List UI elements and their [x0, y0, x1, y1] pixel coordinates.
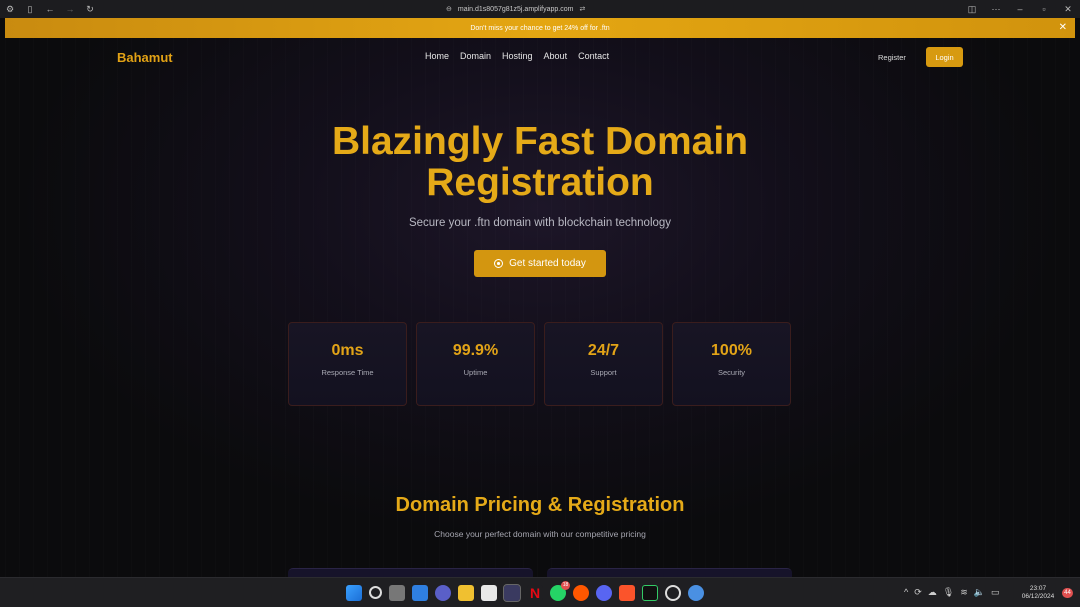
maximize-icon[interactable]: ▫: [1032, 0, 1056, 18]
stat-value: 99.9%: [452, 342, 499, 359]
navbar: Bahamut Home Domain Hosting About Contac…: [5, 38, 1075, 76]
discord-icon[interactable]: [596, 585, 612, 601]
pricing-card: [547, 568, 792, 577]
extensions-icon[interactable]: ⚙: [0, 0, 20, 18]
share-icon[interactable]: ⇄: [579, 5, 585, 13]
forward-icon[interactable]: →: [60, 0, 80, 18]
task-view-icon[interactable]: [389, 585, 405, 601]
hero-title: Blazingly Fast Domain Registration: [240, 121, 840, 203]
terminal-icon[interactable]: [642, 585, 658, 601]
close-window-icon[interactable]: ✕: [1056, 0, 1080, 18]
volume-icon[interactable]: 🔈: [974, 587, 985, 598]
search-icon[interactable]: [369, 586, 382, 599]
chevron-up-icon[interactable]: ^: [904, 587, 908, 598]
stat-value: 0ms: [331, 342, 364, 359]
widgets-icon[interactable]: [412, 585, 428, 601]
stat-label: Response Time: [321, 368, 374, 377]
reddit-icon[interactable]: [573, 585, 589, 601]
microphone-icon[interactable]: 🎙: [943, 587, 954, 598]
stat-value: 24/7: [587, 342, 620, 359]
back-icon[interactable]: ←: [40, 0, 60, 18]
stat-label: Uptime: [463, 368, 488, 377]
clock-date: 06/12/2024: [1021, 593, 1055, 600]
stat-card: 100% Security: [672, 322, 791, 406]
site-info-icon[interactable]: ⊖: [446, 5, 452, 13]
minimize-icon[interactable]: –: [1008, 0, 1032, 18]
nav-domain[interactable]: Domain: [460, 51, 491, 61]
stat-label: Support: [590, 368, 617, 377]
stat-card: 99.9% Uptime: [416, 322, 535, 406]
stats-row: 0ms Response Time 99.9% Uptime 24/7 Supp…: [288, 322, 791, 406]
promo-banner: Don't miss your chance to get 24% off fo…: [5, 18, 1075, 38]
close-banner-icon[interactable]: ✕: [1059, 22, 1067, 34]
promo-text: Don't miss your chance to get 24% off fo…: [470, 24, 610, 32]
pricing-subtitle: Choose your perfect domain with our comp…: [434, 529, 646, 539]
brave-icon[interactable]: [619, 585, 635, 601]
bookmark-app-icon[interactable]: [503, 584, 521, 602]
globe-icon: [494, 259, 504, 268]
teams-icon[interactable]: [435, 585, 451, 601]
wifi-icon[interactable]: ≋: [960, 587, 968, 598]
login-button[interactable]: Login: [926, 47, 963, 67]
whatsapp-icon[interactable]: 18: [550, 581, 570, 601]
pricing-card: [288, 568, 533, 577]
file-explorer-icon[interactable]: [458, 585, 474, 601]
address-bar[interactable]: ⊖ main.d1s8057g81z5j.amplifyapp.com ⇄: [446, 2, 585, 16]
url-text[interactable]: main.d1s8057g81z5j.amplifyapp.com: [458, 6, 574, 13]
sync-icon[interactable]: ⟳: [914, 587, 922, 598]
brand-logo[interactable]: Bahamut: [117, 50, 173, 65]
calendar-icon[interactable]: [481, 585, 497, 601]
stat-card: 0ms Response Time: [288, 322, 407, 406]
taskbar-apps: N 18: [346, 581, 704, 602]
system-tray: ^ ⟳ ☁ 🎙 ≋ 🔈 ▭: [904, 587, 1000, 598]
hero-title-line1: Blazingly Fast Domain: [331, 120, 749, 163]
split-view-icon[interactable]: ◫: [960, 0, 984, 18]
nav-hosting[interactable]: Hosting: [502, 51, 533, 61]
sidebar-icon[interactable]: ▯: [20, 0, 40, 18]
get-started-button[interactable]: Get started today: [474, 250, 606, 277]
register-link[interactable]: Register: [878, 53, 906, 62]
more-icon[interactable]: ⋯: [984, 0, 1008, 18]
notification-badge[interactable]: 44: [1062, 588, 1073, 598]
windows-start-icon[interactable]: [346, 585, 362, 601]
netflix-icon[interactable]: N: [527, 585, 543, 601]
nav-menu: Home Domain Hosting About Contact: [425, 51, 609, 61]
chrome-icon[interactable]: [688, 585, 704, 601]
nav-contact[interactable]: Contact: [578, 51, 609, 61]
pricing-title: Domain Pricing & Registration: [395, 494, 685, 516]
nav-home[interactable]: Home: [425, 51, 449, 61]
stat-card: 24/7 Support: [544, 322, 663, 406]
nav-about[interactable]: About: [544, 51, 568, 61]
cloud-icon[interactable]: ☁: [928, 587, 937, 598]
clock[interactable]: 23:07 06/12/2024: [1018, 585, 1058, 601]
browser-toolbar: ⚙ ▯ ← → ↻ ⊖ main.d1s8057g81z5j.amplifyap…: [0, 0, 1080, 18]
stat-value: 100%: [711, 342, 752, 359]
clock-time: 23:07: [1029, 585, 1047, 592]
hero-title-line2: Registration: [426, 161, 654, 204]
whatsapp-badge: 18: [561, 581, 570, 590]
get-started-label: Get started today: [509, 258, 586, 269]
reload-icon[interactable]: ↻: [80, 0, 100, 18]
chatgpt-icon[interactable]: [665, 585, 681, 601]
hero-subtitle: Secure your .ftn domain with blockchain …: [408, 217, 672, 229]
page: Bahamut Home Domain Hosting About Contac…: [5, 38, 1075, 577]
battery-icon[interactable]: ▭: [991, 587, 1000, 598]
taskbar: N 18 ^ ⟳ ☁ 🎙 ≋ 🔈 ▭ 23:07 06/12/2024 44: [0, 577, 1080, 607]
stat-label: Security: [717, 368, 746, 377]
